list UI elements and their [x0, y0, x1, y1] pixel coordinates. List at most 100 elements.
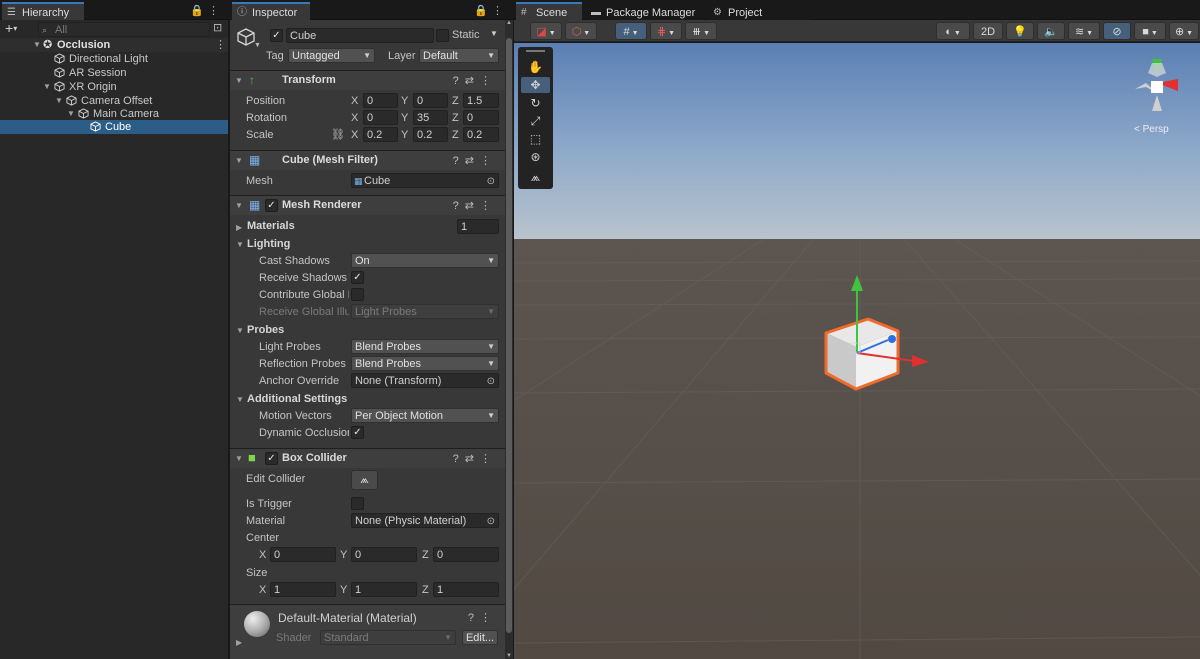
expand-arrow-icon[interactable]: ▼ [236, 240, 244, 249]
materials-foldout[interactable]: Materials [247, 220, 295, 232]
rect-tool-button[interactable]: ⬚ [521, 131, 550, 147]
mesh-filter-header[interactable]: ▼ ▦ Cube (Mesh Filter) ?⇄⋮ [230, 150, 505, 170]
mesh-object-field[interactable]: ▦ Cube ⊙ [351, 173, 499, 188]
static-checkbox[interactable] [436, 29, 449, 42]
tab-hierarchy[interactable]: ☰ Hierarchy [2, 2, 84, 20]
inspector-scrollbar[interactable]: ▲ ▼ [505, 20, 513, 659]
scrollbar-thumb[interactable] [506, 38, 512, 633]
preset-icon[interactable]: ⇄ [465, 453, 480, 465]
reflection-probes-dropdown[interactable]: Blend Probes ▼ [351, 356, 499, 371]
center-x-input[interactable]: 0 [270, 547, 336, 562]
lock-icon[interactable]: 🔒 [190, 5, 208, 17]
lighting-toggle-button[interactable]: 💡 [1006, 22, 1034, 40]
rotate-tool-button[interactable]: ↻ [521, 95, 550, 111]
kebab-menu-icon[interactable]: ⋮ [480, 155, 497, 167]
cast-shadows-dropdown[interactable]: On ▼ [351, 253, 499, 268]
gameobject-large-cube-icon[interactable] [236, 27, 256, 47]
drag-handle-icon[interactable] [526, 50, 545, 52]
size-y-input[interactable]: 1 [351, 582, 417, 597]
additional-settings-foldout[interactable]: Additional Settings [247, 393, 347, 405]
help-icon[interactable]: ? [453, 75, 465, 87]
kebab-menu-icon[interactable]: ⋮ [480, 75, 497, 87]
scroll-up-icon[interactable]: ▲ [505, 20, 513, 26]
is-trigger-checkbox[interactable] [351, 497, 364, 510]
lock-icon[interactable]: 🔒 [474, 5, 492, 17]
tag-dropdown[interactable]: Untagged ▼ [288, 48, 375, 63]
hierarchy-tab-menu[interactable]: 🔒⋮ [190, 4, 223, 17]
expand-arrow-icon[interactable]: ▼ [55, 94, 63, 108]
component-actions[interactable]: ?⇄⋮ [453, 74, 497, 87]
motion-vectors-dropdown[interactable]: Per Object Motion ▼ [351, 408, 499, 423]
hierarchy-item-ar-session[interactable]: AR Session [0, 66, 228, 80]
help-icon[interactable]: ? [453, 155, 465, 167]
scene-viewport[interactable]: ✋ ✥ ↻ ⤢ ⬚ ⊛ ⩕ < Persp [514, 43, 1200, 659]
hierarchy-item-directional-light[interactable]: Directional Light [0, 52, 228, 66]
materials-count-input[interactable]: 1 [457, 219, 499, 234]
move-tool-button[interactable]: ✥ [521, 77, 550, 93]
kebab-menu-icon[interactable]: ⋮ [215, 38, 226, 52]
tab-scene[interactable]: # Scene [516, 2, 582, 20]
mesh-renderer-enabled-checkbox[interactable]: ✓ [265, 199, 278, 212]
box-collider-enabled-checkbox[interactable]: ✓ [265, 452, 278, 465]
scale-z-input[interactable]: 0.2 [463, 127, 499, 142]
object-picker-icon[interactable]: ⊙ [487, 514, 495, 527]
shader-edit-button[interactable]: Edit... [462, 630, 498, 645]
component-actions[interactable]: ?⇄⋮ [453, 199, 497, 212]
anchor-override-field[interactable]: None (Transform) ⊙ [351, 373, 499, 388]
expand-arrow-icon[interactable]: ▼ [235, 201, 243, 210]
box-collider-header[interactable]: ▼ ■ ✓ Box Collider ?⇄⋮ [230, 448, 505, 468]
hand-tool-button[interactable]: ✋ [521, 59, 550, 75]
hierarchy-item-xr-origin[interactable]: ▼ XR Origin [0, 80, 228, 94]
kebab-menu-icon[interactable]: ⋮ [208, 5, 223, 17]
layer-dropdown[interactable]: Default ▼ [419, 48, 499, 63]
hierarchy-search-input[interactable]: ⌕ All [38, 22, 210, 37]
camera-settings-button[interactable]: ■ ▼ [1134, 22, 1166, 40]
preset-icon[interactable]: ⇄ [465, 155, 480, 167]
rotation-z-input[interactable]: 0 [463, 110, 499, 125]
collapse-arrow-icon[interactable]: ▶ [236, 638, 242, 647]
static-dropdown-arrow-icon[interactable]: ▼ [490, 29, 498, 38]
rotation-x-input[interactable]: 0 [363, 110, 398, 125]
center-y-input[interactable]: 0 [351, 547, 417, 562]
tab-package-manager[interactable]: ▬ Package Manager [586, 2, 704, 20]
expand-arrow-icon[interactable]: ▼ [235, 76, 243, 85]
kebab-menu-icon[interactable]: ⋮ [492, 5, 507, 17]
audio-toggle-button[interactable]: 🔈 [1037, 22, 1065, 40]
hierarchy-item-cube[interactable]: Cube [0, 120, 228, 134]
preset-icon[interactable]: ⇄ [465, 75, 480, 87]
mesh-renderer-header[interactable]: ▼ ▦ ✓ Mesh Renderer ?⇄⋮ [230, 195, 505, 215]
transform-header[interactable]: ▼ ↑ Transform ?⇄⋮ [230, 70, 505, 90]
position-x-input[interactable]: 0 [363, 93, 398, 108]
add-button[interactable]: +▾ [5, 21, 17, 36]
toggle-2d-button[interactable]: 2D [973, 22, 1003, 40]
expand-arrow-icon[interactable]: ▼ [236, 326, 244, 335]
draw-mode-button[interactable]: ◪ ▼ [530, 22, 562, 40]
expand-arrow-icon[interactable]: ▼ [43, 80, 51, 94]
help-icon[interactable]: ? [453, 200, 465, 212]
effects-button[interactable]: ≋ ▼ [1068, 22, 1100, 40]
inspector-tab-menu[interactable]: 🔒⋮ [474, 4, 507, 17]
expand-arrow-icon[interactable]: ▼ [67, 107, 75, 121]
expand-arrow-icon[interactable]: ▼ [235, 454, 243, 463]
collapse-arrow-icon[interactable]: ▶ [236, 223, 242, 232]
transform-tool-button[interactable]: ⊛ [521, 149, 550, 165]
help-icon[interactable]: ? [453, 453, 465, 465]
size-x-input[interactable]: 1 [270, 582, 336, 597]
tab-project-settings[interactable]: ⚙ Project Settings [708, 2, 810, 37]
perspective-label[interactable]: < Persp [1134, 124, 1169, 135]
custom-tool-button[interactable]: ⩕ [521, 169, 550, 185]
material-section[interactable]: ▶ Default-Material (Material) ?⋮ Shader … [230, 604, 505, 659]
expand-arrow-icon[interactable]: ▼ [33, 38, 41, 52]
collider-material-field[interactable]: None (Physic Material) ⊙ [351, 513, 499, 528]
lighting-foldout[interactable]: Lighting [247, 238, 290, 250]
scroll-down-icon[interactable]: ▼ [505, 653, 513, 659]
shading-mode-button[interactable]: ◐ ▼ [936, 22, 970, 40]
expand-arrow-icon[interactable]: ▼ [236, 395, 244, 404]
scale-x-input[interactable]: 0.2 [363, 127, 398, 142]
light-probes-dropdown[interactable]: Blend Probes ▼ [351, 339, 499, 354]
edit-collider-button[interactable]: ⩕ [351, 470, 378, 490]
object-picker-icon[interactable]: ⊙ [487, 174, 495, 187]
hierarchy-item-main-camera[interactable]: ▼ Main Camera [0, 107, 228, 121]
tab-inspector[interactable]: ⓘ Inspector [232, 2, 310, 20]
object-name-input[interactable]: Cube [286, 28, 434, 43]
